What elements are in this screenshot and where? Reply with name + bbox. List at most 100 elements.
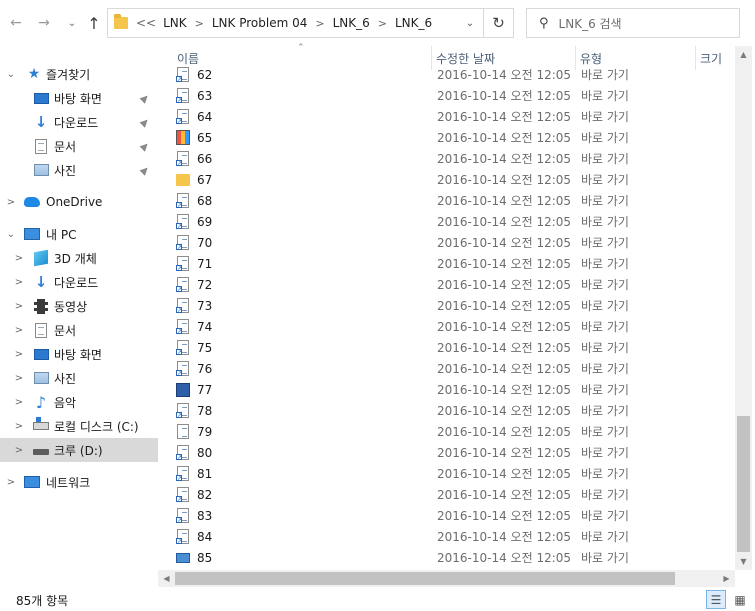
table-row[interactable]: 77 2016-10-14 오전 12:05 바로 가기 [158, 379, 738, 400]
refresh-icon[interactable]: ↻ [484, 8, 514, 38]
file-modified-date: 2016-10-14 오전 12:05 [437, 236, 572, 250]
nav-item-3d-objects[interactable]: > 3D 개체 [0, 246, 158, 270]
pin-icon[interactable]: ▲ [138, 115, 151, 128]
forward-arrow-icon[interactable]: → [34, 12, 54, 34]
table-row[interactable]: ↗ 84 2016-10-14 오전 12:05 바로 가기 [158, 526, 738, 547]
file-modified-date: 2016-10-14 오전 12:05 [437, 110, 572, 124]
chevron-right-icon[interactable]: > [6, 197, 16, 208]
breadcrumb-overflow[interactable]: << [136, 16, 156, 30]
table-row[interactable]: ↗ 83 2016-10-14 오전 12:05 바로 가기 [158, 505, 738, 526]
table-row[interactable]: ↗ 70 2016-10-14 오전 12:05 바로 가기 [158, 232, 738, 253]
table-row[interactable]: ↗ 71 2016-10-14 오전 12:05 바로 가기 [158, 253, 738, 274]
file-modified-date: 2016-10-14 오전 12:05 [437, 362, 572, 376]
table-row[interactable]: ↗ 80 2016-10-14 오전 12:05 바로 가기 [158, 442, 738, 463]
scrollbar-thumb[interactable] [737, 416, 750, 552]
file-name: 70 [197, 235, 213, 250]
table-row[interactable]: 85 2016-10-14 오전 12:05 바로 가기 [158, 547, 738, 568]
chevron-right-icon[interactable]: > [14, 349, 24, 360]
scroll-down-icon[interactable]: ▼ [735, 553, 752, 570]
table-row[interactable]: ↗ 73 2016-10-14 오전 12:05 바로 가기 [158, 295, 738, 316]
details-view-icon[interactable]: ☰ [706, 590, 726, 609]
horizontal-scrollbar[interactable]: ◀ ▶ [158, 570, 735, 587]
table-row[interactable]: ↗ 64 2016-10-14 오전 12:05 바로 가기 [158, 106, 738, 127]
scroll-right-icon[interactable]: ▶ [718, 570, 735, 587]
breadcrumb-item[interactable]: LNK_6 [333, 16, 370, 30]
nav-item-label: 내 PC [46, 227, 77, 242]
table-row[interactable]: ↗ 81 2016-10-14 오전 12:05 바로 가기 [158, 463, 738, 484]
pictures-icon [33, 370, 49, 386]
nav-item-this-pc[interactable]: ⌄ 내 PC [0, 222, 158, 246]
table-row[interactable]: ↗ 63 2016-10-14 오전 12:05 바로 가기 [158, 85, 738, 106]
star-icon: ★ [27, 66, 41, 82]
recent-locations-chevron-icon[interactable]: ⌄ [62, 12, 82, 34]
file-type: 바로 가기 [581, 320, 629, 334]
chevron-down-icon[interactable]: ⌄ [6, 69, 16, 80]
table-row[interactable]: ↗ 78 2016-10-14 오전 12:05 바로 가기 [158, 400, 738, 421]
scrollbar-thumb[interactable] [175, 572, 675, 585]
chevron-right-icon[interactable]: > [14, 421, 24, 432]
chevron-right-icon[interactable]: > [14, 277, 24, 288]
nav-item-label: 3D 개체 [54, 251, 97, 266]
breadcrumb-separator-icon[interactable]: > [378, 17, 387, 30]
table-row[interactable]: 65 2016-10-14 오전 12:05 바로 가기 [158, 127, 738, 148]
chevron-right-icon[interactable]: > [14, 397, 24, 408]
pin-icon[interactable]: ▲ [138, 163, 151, 176]
vertical-scrollbar[interactable]: ▲ ▼ [735, 46, 752, 570]
breadcrumb-separator-icon[interactable]: > [195, 17, 204, 30]
keyboard-shortcut-icon [176, 550, 190, 565]
scroll-left-icon[interactable]: ◀ [158, 570, 175, 587]
address-toolbar: ← → ⌄ ↑ << LNK > LNK Problem 04 > LNK_6 … [0, 0, 755, 46]
up-arrow-icon[interactable]: ↑ [84, 12, 104, 34]
nav-item-music[interactable]: > ♪ 음악 [0, 390, 158, 414]
chevron-right-icon[interactable]: > [6, 477, 16, 488]
table-row[interactable]: ↗ 62 2016-10-14 오전 12:05 바로 가기 [158, 64, 738, 85]
file-type: 바로 가기 [581, 131, 629, 145]
table-row[interactable]: 79 2016-10-14 오전 12:05 바로 가기 [158, 421, 738, 442]
large-icons-view-icon[interactable]: ▦ [730, 590, 750, 609]
chevron-right-icon[interactable]: > [14, 301, 24, 312]
nav-item-desktop[interactable]: 바탕 화면 ▲ [0, 86, 158, 110]
table-row[interactable]: 67 2016-10-14 오전 12:05 바로 가기 [158, 169, 738, 190]
breadcrumb-separator-icon[interactable]: > [315, 17, 324, 30]
pin-icon[interactable]: ▲ [138, 139, 151, 152]
file-modified-date: 2016-10-14 오전 12:05 [437, 131, 572, 145]
search-box[interactable]: ⚲ LNK_6 검색 [526, 8, 740, 38]
breadcrumb-item[interactable]: LNK_6 [395, 16, 432, 30]
nav-item-network[interactable]: > 네트워크 [0, 470, 158, 494]
pin-icon[interactable]: ▲ [138, 91, 151, 104]
chevron-down-icon[interactable]: ⌄ [6, 229, 16, 240]
file-name: 63 [197, 88, 213, 103]
search-placeholder[interactable]: LNK_6 검색 [559, 15, 622, 32]
breadcrumb-item[interactable]: LNK [163, 16, 187, 30]
chevron-right-icon[interactable]: > [14, 253, 24, 264]
nav-item-pc-documents[interactable]: > 문서 [0, 318, 158, 342]
nav-item-videos[interactable]: > 동영상 [0, 294, 158, 318]
nav-item-onedrive[interactable]: > OneDrive [0, 190, 158, 214]
nav-item-quick-access[interactable]: ⌄ ★ 즐겨찾기 [0, 62, 158, 86]
chevron-right-icon[interactable]: > [14, 445, 24, 456]
scroll-up-icon[interactable]: ▲ [735, 46, 752, 63]
table-row[interactable]: ↗ 75 2016-10-14 오전 12:05 바로 가기 [158, 337, 738, 358]
nav-item-label: 즐겨찾기 [46, 67, 91, 82]
table-row[interactable]: ↗ 69 2016-10-14 오전 12:05 바로 가기 [158, 211, 738, 232]
table-row[interactable]: ↗ 82 2016-10-14 오전 12:05 바로 가기 [158, 484, 738, 505]
table-row[interactable]: ↗ 68 2016-10-14 오전 12:05 바로 가기 [158, 190, 738, 211]
nav-item-pc-pictures[interactable]: > 사진 [0, 366, 158, 390]
address-bar[interactable]: << LNK > LNK Problem 04 > LNK_6 > LNK_6 [107, 8, 484, 38]
chevron-down-icon[interactable]: ⌄ [457, 8, 483, 38]
nav-item-pictures[interactable]: 사진 ▲ [0, 158, 158, 182]
back-arrow-icon[interactable]: ← [6, 12, 26, 34]
chevron-right-icon[interactable]: > [14, 373, 24, 384]
nav-item-pc-desktop[interactable]: > 바탕 화면 [0, 342, 158, 366]
nav-item-local-disk-c[interactable]: > 로컬 디스크 (C:) [0, 414, 158, 438]
breadcrumb-item[interactable]: LNK Problem 04 [212, 16, 308, 30]
nav-item-drive-d[interactable]: > 크루 (D:) [0, 438, 158, 462]
table-row[interactable]: ↗ 66 2016-10-14 오전 12:05 바로 가기 [158, 148, 738, 169]
table-row[interactable]: ↗ 76 2016-10-14 오전 12:05 바로 가기 [158, 358, 738, 379]
table-row[interactable]: ↗ 74 2016-10-14 오전 12:05 바로 가기 [158, 316, 738, 337]
nav-item-documents[interactable]: 문서 ▲ [0, 134, 158, 158]
nav-item-pc-downloads[interactable]: > ↓ 다운로드 [0, 270, 158, 294]
table-row[interactable]: ↗ 72 2016-10-14 오전 12:05 바로 가기 [158, 274, 738, 295]
chevron-right-icon[interactable]: > [14, 325, 24, 336]
nav-item-downloads[interactable]: ↓ 다운로드 ▲ [0, 110, 158, 134]
